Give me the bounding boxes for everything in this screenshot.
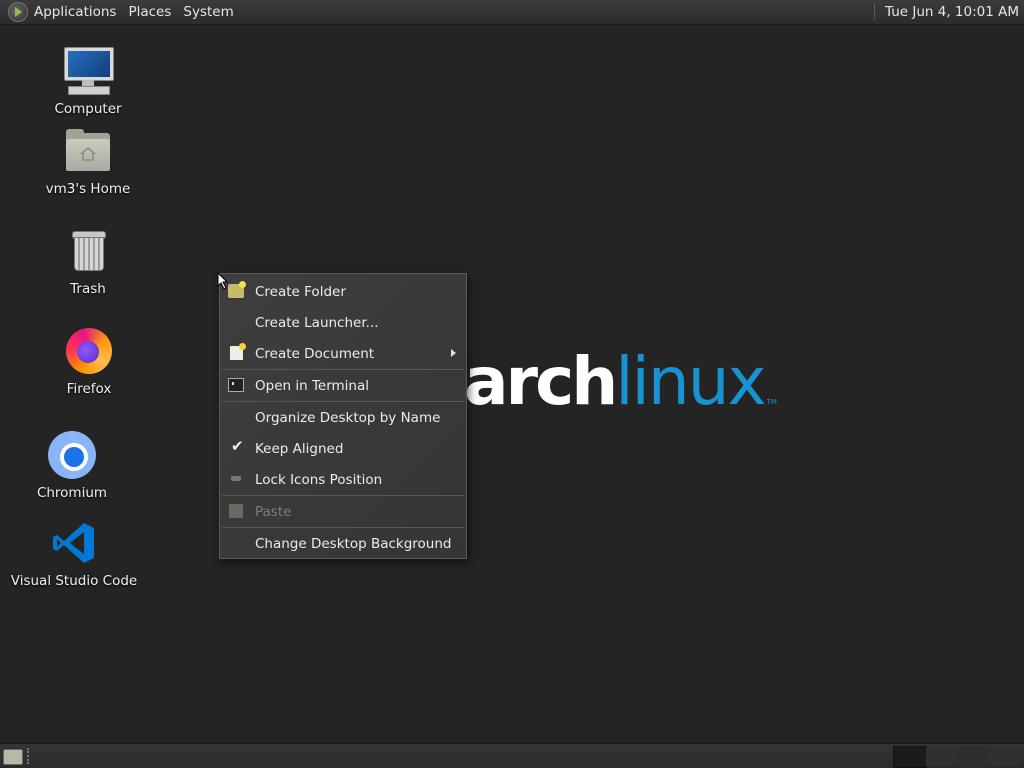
checkmark-icon: ✔ bbox=[231, 437, 244, 455]
logo-trademark: TM bbox=[766, 398, 777, 406]
desktop-icon-label: Firefox bbox=[66, 381, 112, 397]
chromium-icon bbox=[46, 429, 98, 481]
desktop-icon-chromium[interactable]: Chromium bbox=[8, 429, 136, 501]
menu-item-keep-aligned[interactable]: ✔ Keep Aligned bbox=[220, 433, 466, 464]
places-menu[interactable]: Places bbox=[122, 0, 177, 24]
trash-icon bbox=[62, 225, 114, 277]
vscode-icon bbox=[48, 517, 100, 569]
computer-icon bbox=[62, 45, 114, 97]
terminal-icon bbox=[228, 378, 244, 392]
menu-item-organize-desktop[interactable]: Organize Desktop by Name bbox=[220, 402, 466, 433]
lock-icon bbox=[231, 476, 241, 481]
workspace-4[interactable] bbox=[988, 746, 1020, 766]
folder-new-icon bbox=[228, 281, 246, 298]
menu-item-label: Create Folder bbox=[255, 283, 346, 300]
desktop-context-menu: Create Folder Create Launcher... Create … bbox=[219, 273, 467, 559]
panel-separator bbox=[874, 4, 877, 20]
show-desktop-icon[interactable] bbox=[3, 749, 23, 765]
applications-menu-label: Applications bbox=[34, 4, 117, 20]
menu-item-label: Lock Icons Position bbox=[255, 471, 383, 488]
menu-item-label: Organize Desktop by Name bbox=[255, 409, 441, 426]
logo-text-linux: linux bbox=[615, 343, 766, 420]
applications-logo-icon bbox=[8, 2, 28, 22]
desktop-icon-label: Chromium bbox=[36, 485, 108, 501]
menu-item-paste: Paste bbox=[220, 496, 466, 527]
menu-item-create-launcher[interactable]: Create Launcher... bbox=[220, 307, 466, 338]
desktop-icon-label: Computer bbox=[54, 101, 122, 117]
desktop-icon-trash[interactable]: Trash bbox=[24, 225, 152, 297]
clock[interactable]: Tue Jun 4, 10:01 AM bbox=[885, 4, 1024, 20]
menu-item-open-terminal[interactable]: Open in Terminal bbox=[220, 370, 466, 401]
mouse-pointer-icon bbox=[217, 272, 229, 290]
menu-item-label: Open in Terminal bbox=[255, 377, 369, 394]
desktop-icon-home[interactable]: vm3's Home bbox=[24, 125, 152, 197]
desktop-icon-firefox[interactable]: Firefox bbox=[25, 325, 153, 397]
document-new-icon bbox=[230, 343, 246, 360]
top-panel: Applications Places System Tue Jun 4, 10… bbox=[0, 0, 1024, 25]
workspace-1[interactable] bbox=[893, 746, 927, 768]
firefox-icon bbox=[63, 325, 115, 377]
panel-handle[interactable] bbox=[27, 748, 33, 764]
menu-item-create-folder[interactable]: Create Folder bbox=[220, 276, 466, 307]
workspace-3[interactable] bbox=[957, 746, 987, 766]
system-menu[interactable]: System bbox=[177, 0, 239, 24]
menu-item-label: Paste bbox=[255, 503, 292, 520]
bottom-panel bbox=[0, 743, 1024, 768]
applications-menu[interactable]: Applications bbox=[0, 0, 122, 24]
desktop-icon-label: Trash bbox=[70, 281, 106, 297]
home-folder-icon bbox=[62, 125, 114, 177]
arch-linux-logo: arch linux TM bbox=[464, 338, 777, 418]
menu-item-label: Keep Aligned bbox=[255, 440, 344, 457]
desktop-icon-label: vm3's Home bbox=[45, 181, 131, 197]
workspace-2[interactable] bbox=[926, 746, 956, 766]
submenu-arrow-icon bbox=[451, 349, 456, 357]
menu-item-label: Create Document bbox=[255, 345, 375, 362]
menu-item-label: Create Launcher... bbox=[255, 314, 379, 331]
logo-text-arch: arch bbox=[464, 343, 618, 420]
menu-item-change-background[interactable]: Change Desktop Background bbox=[220, 528, 466, 559]
desktop-icon-label: Visual Studio Code bbox=[10, 573, 138, 589]
menu-item-lock-icons[interactable]: Lock Icons Position bbox=[220, 464, 466, 495]
menu-item-label: Change Desktop Background bbox=[255, 535, 452, 552]
desktop-icon-vscode[interactable]: Visual Studio Code bbox=[10, 517, 138, 589]
desktop-icon-computer[interactable]: Computer bbox=[24, 45, 152, 117]
menu-item-create-document[interactable]: Create Document bbox=[220, 338, 466, 369]
paste-icon bbox=[229, 504, 243, 518]
